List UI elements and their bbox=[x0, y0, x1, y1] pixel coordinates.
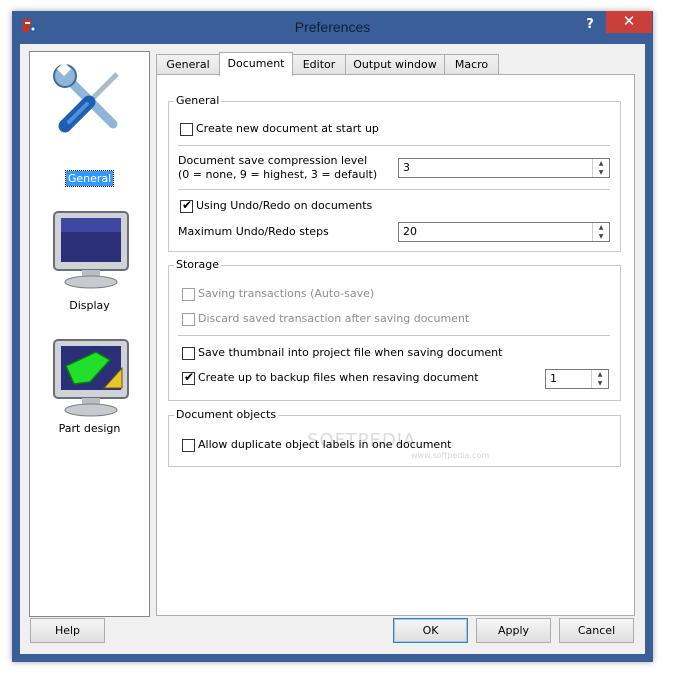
help-icon[interactable]: ? bbox=[579, 15, 601, 35]
group-title: General bbox=[174, 94, 222, 107]
create-new-doc-checkbox[interactable] bbox=[180, 123, 193, 136]
divider bbox=[178, 145, 610, 146]
monitor-icon bbox=[53, 211, 129, 289]
autosave-checkbox[interactable] bbox=[182, 288, 195, 301]
spin-down-icon[interactable]: ▼ bbox=[593, 232, 609, 241]
checkbox-label: Create up to backup files when resaving … bbox=[198, 371, 479, 384]
document-settings-panel: SOFTPEDIA www.softpedia.com General Crea… bbox=[156, 74, 635, 616]
help-button[interactable]: Help bbox=[30, 618, 105, 643]
close-button[interactable]: ✕ bbox=[606, 11, 652, 33]
checkbox-label: Using Undo/Redo on documents bbox=[196, 199, 373, 212]
spin-up-icon[interactable]: ▲ bbox=[592, 370, 608, 379]
discard-transaction-checkbox[interactable] bbox=[182, 313, 195, 326]
preferences-window: Preferences ? ✕ General Display Part des… bbox=[12, 11, 653, 662]
checkbox-label: Save thumbnail into project file when sa… bbox=[198, 346, 503, 359]
compression-spinbox[interactable]: 3 ▲ ▼ bbox=[398, 158, 610, 178]
checkbox-label: Allow duplicate object labels in one doc… bbox=[198, 438, 452, 451]
document-objects-group: Document objects Allow duplicate object … bbox=[168, 408, 621, 467]
spin-up-icon[interactable]: ▲ bbox=[593, 159, 609, 168]
tab-macro[interactable]: Macro bbox=[444, 54, 499, 74]
tab-editor[interactable]: Editor bbox=[292, 54, 346, 74]
tab-general[interactable]: General bbox=[156, 54, 220, 74]
sidebar-item-label: Part design bbox=[58, 422, 121, 435]
tab-document[interactable]: Document bbox=[219, 52, 293, 76]
tab-output-window[interactable]: Output window bbox=[345, 54, 445, 74]
dialog-client: General Display Part design General Docu… bbox=[20, 44, 645, 654]
compression-hint: (0 = none, 9 = highest, 3 = default) bbox=[178, 168, 378, 181]
spin-down-icon[interactable]: ▼ bbox=[593, 168, 609, 177]
duplicate-labels-checkbox[interactable] bbox=[182, 439, 195, 452]
save-thumbnail-checkbox[interactable] bbox=[182, 347, 195, 360]
backup-count-spinbox[interactable]: 1 ▲ ▼ bbox=[545, 369, 609, 389]
sidebar-item-label: General bbox=[64, 170, 115, 187]
storage-group: Storage Saving transactions (Auto-save) … bbox=[168, 258, 621, 401]
tools-icon bbox=[53, 62, 119, 133]
sidebar-item-part-design[interactable]: Part design bbox=[30, 330, 149, 450]
checkbox-label: Saving transactions (Auto-save) bbox=[198, 287, 375, 300]
spinbox-value: 1 bbox=[550, 372, 557, 385]
group-title: Document objects bbox=[174, 408, 279, 421]
checkbox-label: Discard saved transaction after saving d… bbox=[198, 312, 470, 325]
spinbox-value: 3 bbox=[403, 161, 410, 174]
window-title: Preferences bbox=[294, 19, 371, 35]
spin-up-icon[interactable]: ▲ bbox=[593, 223, 609, 232]
general-group: General Create new document at start up … bbox=[168, 94, 621, 252]
ok-button[interactable]: OK bbox=[393, 618, 468, 643]
compression-label: Document save compression level bbox=[178, 154, 368, 167]
checkmark-icon: ✔ bbox=[184, 370, 195, 384]
sidebar-item-general[interactable]: General bbox=[30, 52, 149, 187]
title-bar[interactable]: Preferences ? ✕ bbox=[12, 11, 653, 44]
checkmark-icon: ✔ bbox=[182, 198, 193, 212]
divider bbox=[178, 189, 610, 190]
divider bbox=[178, 335, 610, 336]
category-sidebar: General Display Part design bbox=[29, 51, 150, 617]
backup-files-checkbox[interactable]: ✔ bbox=[182, 370, 195, 385]
part-design-icon bbox=[53, 339, 129, 417]
spinbox-value: 20 bbox=[403, 225, 417, 238]
max-undo-spinbox[interactable]: 20 ▲ ▼ bbox=[398, 222, 610, 242]
undo-redo-checkbox[interactable]: ✔ bbox=[180, 198, 193, 213]
apply-button[interactable]: Apply bbox=[476, 618, 551, 643]
group-title: Storage bbox=[174, 258, 222, 271]
spin-down-icon[interactable]: ▼ bbox=[592, 379, 608, 388]
cancel-button[interactable]: Cancel bbox=[559, 618, 634, 643]
max-undo-label: Maximum Undo/Redo steps bbox=[178, 225, 329, 238]
sidebar-item-display[interactable]: Display bbox=[30, 202, 149, 322]
sidebar-item-label: Display bbox=[69, 299, 110, 312]
checkbox-label: Create new document at start up bbox=[196, 122, 379, 135]
